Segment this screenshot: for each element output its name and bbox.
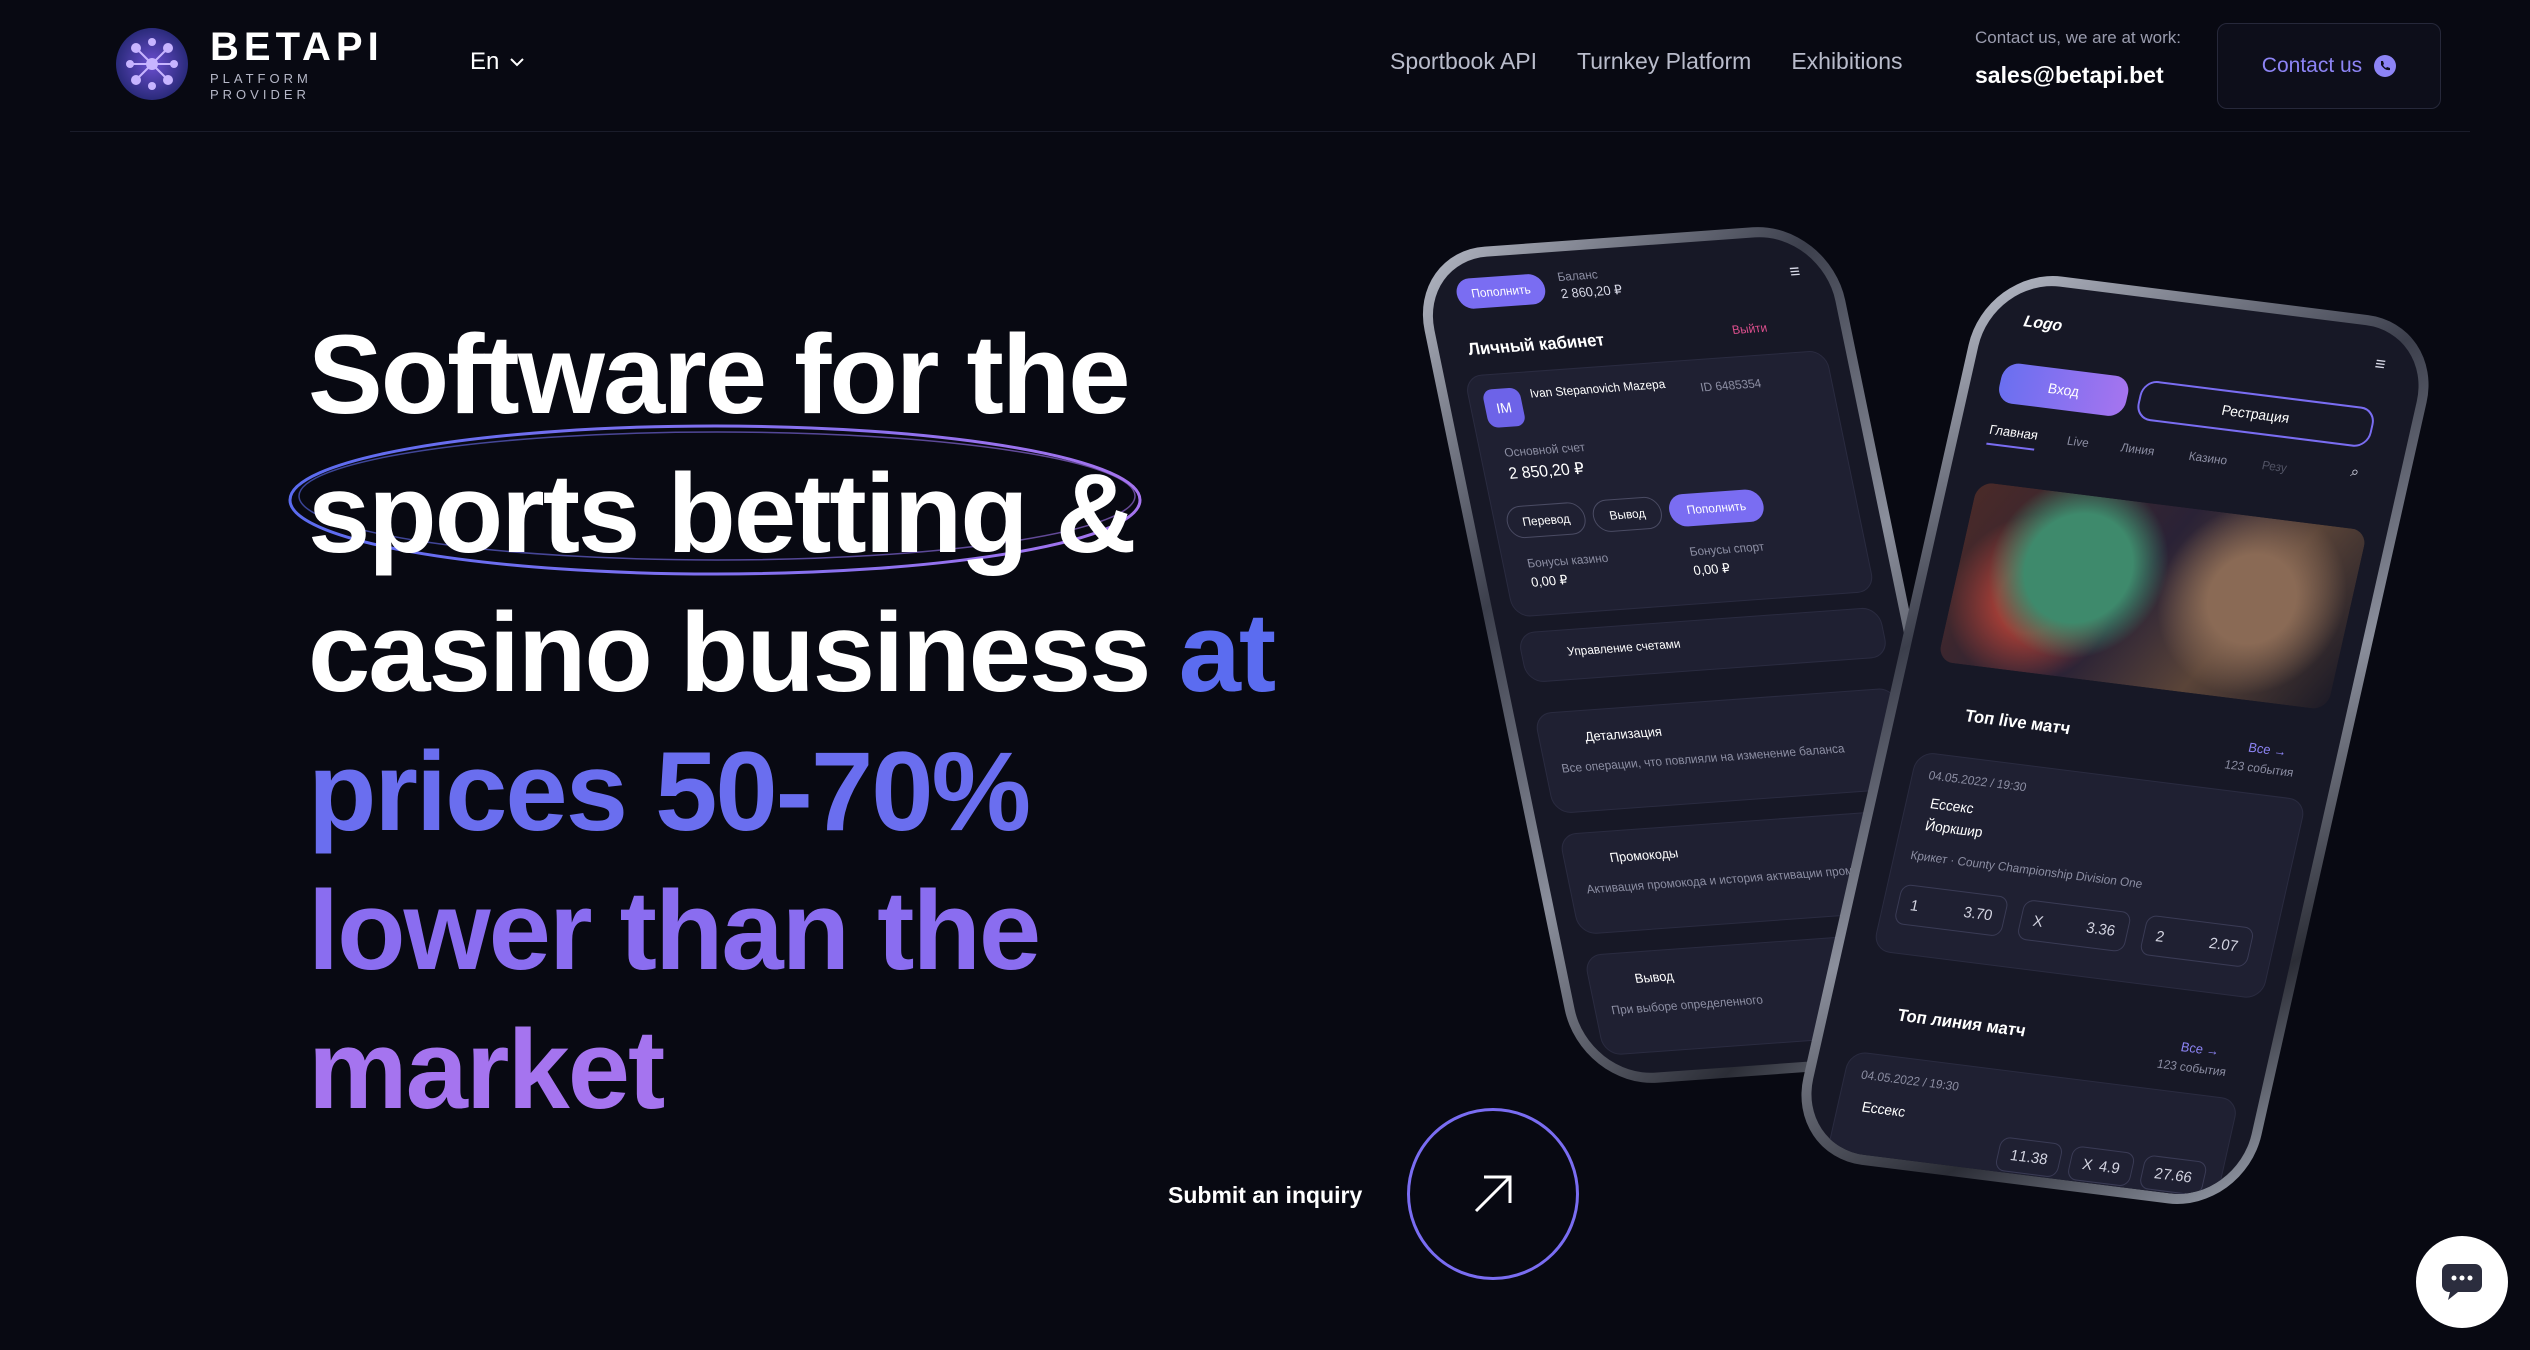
promo-banner-image [1937,481,2368,711]
hero-line-2: sports betting & [308,451,1137,576]
main-account-value: 2 850,20 ₽ [1507,460,1586,483]
tab-results: Резу [2260,457,2289,476]
tab-live: Live [2065,433,2091,451]
contact-us-button[interactable]: Contact us [2217,23,2441,109]
contact-hint: Contact us, we are at work: [1975,28,2181,47]
chevron-down-icon [510,58,525,67]
logout-link: Выйти [1730,320,1769,338]
top-live-title: Топ live матч [1963,706,2073,739]
cabinet-title: Личный кабинет [1466,330,1607,360]
top-line-all-link: Все → [2179,1038,2221,1059]
hero-line-1: Software for the [308,312,1131,437]
manage-accounts-row: Управление счетами [1516,606,1890,684]
balance-value: 2 860,20 ₽ [1559,281,1624,302]
chat-bubble-icon [2442,1264,2482,1300]
team-1b: Ессекс [1860,1098,1907,1120]
tab-casino: Казино [2187,448,2229,468]
odd-2: 2 2.07 [2138,914,2255,968]
match-date: 04.05.2022 / 19:30 [1927,768,2028,795]
menu-icon: ≡ [2373,353,2388,375]
menu-icon: ≡ [1787,260,1803,282]
details-title: Детализация [1583,723,1664,745]
topup-pill-2: Пополнить [1666,488,1767,528]
top-line-title: Топ линия матч [1895,1005,2028,1041]
logo-name: BETAPI [210,25,384,69]
top-live-all-link: Все → [2246,739,2289,760]
main-nav: Sportbook API Turnkey Platform Exhibitio… [1390,48,1903,75]
contact-email-link[interactable]: sales@betapi.bet [1975,62,2181,89]
account-card: IM Ivan Stepanovich Mazepa ID 6485354 Ос… [1463,349,1876,618]
top-live-count: 123 события [2223,757,2295,780]
details-desc: Все операции, что повлияли на изменение … [1560,741,1846,776]
phone-sportsbook-mockup: Logo ≡ Вход Рестрация Главная Live Линия… [1785,267,2445,1213]
hero-line-6: market [308,1007,665,1132]
nav-sportbook-api[interactable]: Sportbook API [1390,48,1537,75]
live-match-card: 04.05.2022 / 19:30 Ессекс Йоркшир Крикет… [1872,751,2307,1000]
main-account-label: Основной счет [1502,439,1587,460]
login-pill: Вход [1995,361,2132,418]
odd-line-x: X 4.9 [2066,1145,2137,1188]
submit-inquiry-link[interactable]: Submit an inquiry [1168,1182,1362,1209]
bonus-sport-label: Бонусы спорт [1688,539,1766,559]
bonus-casino-label: Бонусы казино [1525,550,1610,571]
site-header: BETAPI PLATFORM PROVIDER En Sportbook AP… [70,0,2470,132]
promo-title: Промокоды [1608,845,1680,866]
hero-title: Software for the sports betting & casino… [308,305,1358,1139]
topup-pill: Пополнить [1453,273,1549,310]
hero-line-3: casino business at [308,583,1358,722]
hero-line-3-white: casino business [308,590,1151,715]
language-label: En [470,48,500,75]
odd-line-2: 2 7.66 [2138,1154,2209,1197]
search-icon: ⌕ [2348,463,2361,482]
chat-widget-button[interactable] [2416,1236,2508,1328]
odd-x: X 3.36 [2016,899,2133,953]
contact-info: Contact us, we are at work: sales@betapi… [1975,28,2181,89]
manage-accounts-label: Управление счетами [1565,636,1682,659]
odd-1: 1 3.70 [1893,883,2010,938]
contact-us-label: Contact us [2261,54,2363,77]
bonus-casino-value: 0,00 ₽ [1529,571,1570,590]
register-pill: Рестрация [2134,379,2378,449]
logo-tagline: PLATFORM PROVIDER [210,71,312,102]
avatar: IM [1481,387,1527,429]
balance-label: Баланс [1556,267,1599,285]
top-line-count: 123 события [2155,1056,2228,1080]
hero-line-4: prices 50-70% [308,729,1031,854]
app-logo: Logo [2022,313,2064,335]
logo-mark-icon [114,26,190,102]
details-card: Детализация Все операции, что повлияли н… [1533,687,1917,815]
tab-home: Главная [1986,421,2040,451]
team-2: Йоркшир [1923,816,1985,841]
team-1: Ессекс [1928,795,1976,817]
submit-inquiry-label: Submit an inquiry [1168,1182,1363,1208]
nav-turnkey-platform[interactable]: Turnkey Platform [1577,48,1751,75]
hero-line-5: lower than the [308,868,1041,993]
withdraw-title: Вывод [1633,968,1675,987]
phone-sportsbook-screen: Logo ≡ Вход Рестрация Главная Live Линия… [1797,278,2433,1202]
odd-line-1: 1 1.38 [1993,1136,2064,1179]
logo[interactable]: BETAPI PLATFORM PROVIDER [114,22,414,106]
nav-exhibitions[interactable]: Exhibitions [1791,48,1902,75]
tab-line: Линия [2119,440,2156,459]
bonus-sport-value: 0,00 ₽ [1691,560,1732,579]
whatsapp-icon [2374,55,2397,77]
language-selector[interactable]: En [470,48,525,76]
hero-line-3-accent: at [1178,590,1277,715]
user-name: Ivan Stepanovich Mazepa [1528,376,1667,401]
phone-mockups: Пополнить Баланс 2 860,20 ₽ ≡ Личный каб… [1408,221,2450,1230]
match-date-2: 04.05.2022 / 19:30 [1859,1067,1961,1094]
transfer-pill: Перевод [1503,501,1589,540]
user-id: ID 6485354 [1698,376,1763,395]
withdraw-pill: Вывод [1589,495,1665,533]
league: Крикет · County Championship Division On… [1909,847,2144,892]
